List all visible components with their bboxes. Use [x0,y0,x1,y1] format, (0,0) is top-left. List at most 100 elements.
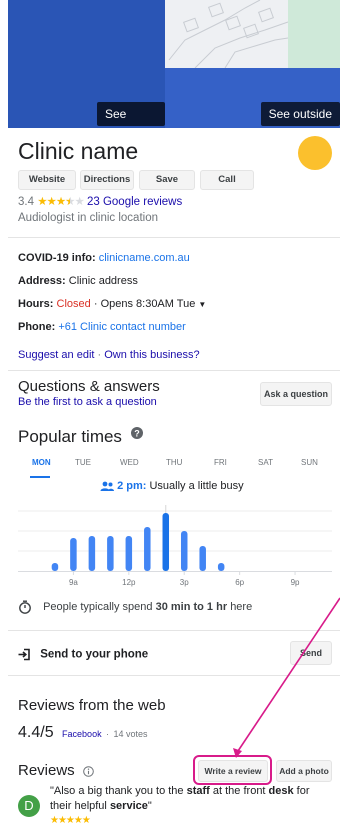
tab-thu[interactable]: THU [166,458,182,467]
web-reviews-title: Reviews from the web [18,697,166,714]
busy-time: 2 pm: [117,480,147,492]
hours-sep: · [93,298,98,310]
business-name: Clinic name [18,138,139,164]
chart-bar[interactable] [199,546,206,571]
hours-row[interactable]: Hours: Closed · Opens 8:30AM Tue ▼ [18,298,206,310]
snippet-keyword: service [109,800,148,812]
review-stars-icon: ★★★★★ [50,815,91,826]
ask-question-button[interactable]: Ask a question [260,382,332,406]
popular-times-chart[interactable]: 9a 12p 3p 6p 9p [18,505,332,595]
busy-text: Usually a little busy [149,480,244,492]
address-row: Address: Clinic address [18,275,138,287]
rating-summary: 3.4 ★★★★★★ 23 Google reviews [18,194,182,208]
suggest-edit-link[interactable]: Suggest an edit [18,349,94,361]
ask-first-link[interactable]: Be the first to ask a question [18,396,157,408]
chart-tick-label: 6p [235,578,244,587]
web-review-score: 4.4/5 Facebook · 14 votes [18,724,148,742]
web-score-value: 4.4/5 [18,724,54,741]
hours-next-open: Opens 8:30AM Tue [100,298,196,310]
snippet-part: "Also a big thank you to the [50,785,187,797]
hours-status: Closed [56,298,91,310]
website-button[interactable]: Website [18,170,76,190]
add-photo-button[interactable]: Add a photo [276,760,332,782]
call-button[interactable]: Call [200,170,254,190]
phone-label: Phone: [18,321,56,333]
score-sep: · [106,729,110,739]
tab-tue[interactable]: TUE [75,458,91,467]
google-reviews-link[interactable]: 23 Google reviews [87,196,182,208]
annotation-highlight-box [193,755,272,785]
caret-down-icon[interactable]: ▼ [198,300,206,309]
chart-tick-label: 12p [122,578,136,587]
chart-bar[interactable] [144,527,151,571]
directions-button[interactable]: Directions [80,170,134,190]
business-photo[interactable]: See photos [8,0,165,145]
timer-icon [19,600,31,614]
street-view-photo[interactable]: See outside [165,0,340,128]
save-button[interactable]: Save [139,170,195,190]
facebook-link[interactable]: Facebook [62,729,102,739]
snippet-part: " [147,800,152,812]
chart-tick-label: 9p [291,578,300,587]
chart-bar[interactable] [162,513,170,571]
covid-info-row: COVID-19 info: clinicname.com.au [18,252,190,264]
visit-duration-value: 30 min to 1 hr [155,600,228,613]
business-category: Audiologist in clinic location [18,212,158,224]
busy-status: 2 pm: Usually a little busy [100,480,244,492]
see-outside-button[interactable]: See outside [260,102,340,126]
send-to-phone-row: Send to your phone [18,648,148,661]
selected-day-indicator [30,476,50,478]
map-thumbnail [165,0,340,69]
hours-label: Hours: [18,298,54,310]
covid-info-link[interactable]: clinicname.com.au [99,252,190,264]
see-photos-button[interactable]: See photos [97,102,165,145]
visit-prefix: People typically spend [43,600,153,613]
link-sep: · [97,349,102,361]
address-value: Clinic address [68,275,138,287]
divider [8,630,340,631]
rating-stars-icon: ★★★★★★ [37,196,85,208]
chart-bar[interactable] [217,563,225,571]
chart-bar[interactable] [125,536,133,571]
divider [8,675,340,676]
divider [8,370,340,371]
chart-bar[interactable] [70,538,77,571]
chart-tick-label: 3p [180,578,189,587]
tab-mon[interactable]: MON [32,458,51,467]
send-to-phone-icon [18,648,30,661]
tab-sat[interactable]: SAT [258,458,273,467]
qa-title: Questions & answers [18,378,160,395]
covid-label: COVID-19 info: [18,252,96,264]
info-icon[interactable] [83,765,94,777]
chart-bar[interactable] [107,536,114,571]
snippet-keyword: desk [268,785,294,797]
rating-value: 3.4 [18,196,34,208]
reviews-title: Reviews [18,762,75,779]
visit-duration: People typically spend 30 min to 1 hr he… [18,600,252,614]
popular-times-title: Popular times ? [18,427,143,447]
phone-row: Phone: +61 Clinic contact number [18,321,186,333]
day-tabs: MON TUE WED THU FRI SAT SUN [18,458,332,472]
send-button[interactable]: Send [290,641,332,665]
tab-sun[interactable]: SUN [301,458,318,467]
chart-bar[interactable] [51,563,59,571]
svg-text:?: ? [134,429,140,439]
popular-times-label: Popular times [18,427,122,446]
reviewer-avatar[interactable]: D [18,795,40,817]
divider [8,237,340,238]
reviews-section-title: Reviews [18,762,94,779]
hero-images: See photos See outside [8,0,340,145]
vote-count: 14 votes [113,729,148,739]
tab-wed[interactable]: WED [120,458,139,467]
snippet-part: at the front [209,785,269,797]
people-icon [100,481,114,492]
phone-link[interactable]: +61 Clinic contact number [58,321,185,333]
review-snippet[interactable]: "Also a big thank you to the staff at th… [50,784,332,814]
visit-suffix: here [230,600,253,613]
chart-bar[interactable] [180,531,188,571]
map-park-area [288,0,340,68]
own-business-link[interactable]: Own this business? [104,349,199,361]
tab-fri[interactable]: FRI [214,458,227,467]
help-icon[interactable]: ? [130,427,143,439]
chart-bar[interactable] [88,536,96,571]
